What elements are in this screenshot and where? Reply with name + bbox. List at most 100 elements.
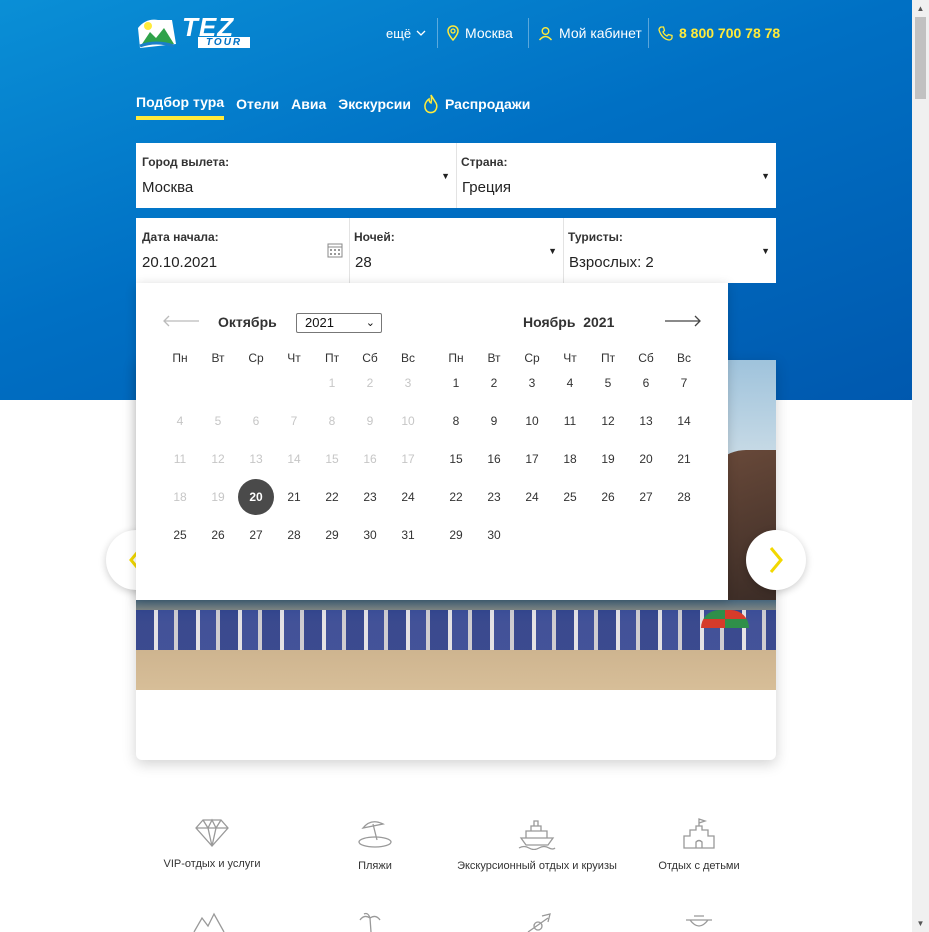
city-label: Москва [465, 25, 513, 41]
date-picker-popup: Октябрь 2021 ⌄ Ноябрь 2021 Пн Вт Ср Чт Пт Сб В… [136, 283, 728, 600]
november-day-cell[interactable]: 2 [475, 364, 513, 402]
mountains-icon [193, 912, 225, 932]
category-beaches[interactable]: Пляжи [290, 818, 460, 872]
country-select[interactable]: Страна: Греция ▼ [457, 143, 776, 208]
october-day-cell: 8 [328, 414, 336, 428]
november-day-cell[interactable]: 17 [513, 440, 551, 478]
carousel-next-button[interactable] [746, 530, 806, 590]
tab-label: Подбор тура [136, 94, 225, 110]
november-day-cell[interactable]: 18 [551, 440, 589, 478]
october-day-cell: 16 [363, 452, 377, 466]
october-day-selected[interactable]: 20 [238, 479, 274, 515]
cabinet-label: Мой кабинет [559, 25, 642, 41]
november-day-cell[interactable]: 11 [551, 402, 589, 440]
date-value: 20.10.2021 [142, 254, 218, 271]
city-selector[interactable]: Москва [447, 18, 513, 48]
november-day-cell[interactable]: 22 [437, 478, 475, 516]
november-day-cell[interactable]: 26 [589, 478, 627, 516]
phone-link[interactable]: 8 800 700 78 78 [658, 18, 780, 48]
october-weekday-header: Ср [248, 351, 264, 365]
november-day-cell[interactable]: 1 [437, 364, 475, 402]
october-day-cell: 9 [366, 414, 374, 428]
year-select[interactable]: 2021 ⌄ [296, 313, 382, 333]
user-icon [538, 26, 553, 40]
november-day-cell[interactable]: 6 [627, 364, 665, 402]
november-day-cell[interactable]: 9 [475, 402, 513, 440]
right-month: Ноябрь [523, 314, 576, 330]
october-day-cell[interactable]: 26 [199, 516, 237, 554]
departure-city-select[interactable]: Город вылета: Москва ▼ [136, 143, 456, 208]
november-day-cell[interactable]: 5 [589, 364, 627, 402]
chevron-down-icon [416, 30, 426, 36]
start-date-field[interactable]: Дата начала: 20.10.2021 [136, 218, 349, 283]
scroll-down-arrow-icon[interactable]: ▼ [912, 915, 929, 932]
november-day-cell[interactable]: 19 [589, 440, 627, 478]
category-kids[interactable]: Отдых с детьми [614, 818, 784, 872]
dropdown-caret-icon: ▼ [761, 171, 770, 181]
tab-excursions[interactable]: Экскурсии [338, 94, 411, 120]
october-weekday-header: Чт [287, 351, 301, 365]
october-day-cell[interactable]: 23 [351, 478, 389, 516]
november-day-cell[interactable]: 25 [551, 478, 589, 516]
november-day-cell[interactable]: 3 [513, 364, 551, 402]
october-day-cell: 1 [328, 376, 336, 390]
october-day-cell[interactable]: 28 [275, 516, 313, 554]
november-weekday-header: Ср [524, 351, 540, 365]
tab-tour-search[interactable]: Подбор тура [136, 94, 225, 120]
prev-month-button[interactable] [162, 314, 200, 332]
november-day-cell[interactable]: 12 [589, 402, 627, 440]
november-day-cell[interactable]: 24 [513, 478, 551, 516]
november-day-cell[interactable]: 23 [475, 478, 513, 516]
tab-hotels[interactable]: Отели [236, 94, 279, 120]
october-day-cell[interactable]: 22 [313, 478, 351, 516]
november-day-cell[interactable]: 14 [665, 402, 703, 440]
october-day-cell[interactable]: 29 [313, 516, 351, 554]
palm-icon [359, 912, 381, 932]
november-day-cell[interactable]: 16 [475, 440, 513, 478]
scrollbar-thumb[interactable] [915, 17, 926, 99]
category-vip[interactable]: VIP-отдых и услуги [127, 818, 297, 870]
tez-tour-logo[interactable]: TEZ TOUR [136, 12, 266, 52]
country-value: Греция [462, 179, 512, 196]
october-day-cell[interactable]: 25 [161, 516, 199, 554]
october-day-cell[interactable]: 27 [237, 516, 275, 554]
header-divider [437, 18, 438, 48]
category-cruises[interactable]: Экскурсионный отдых и круизы [452, 818, 622, 872]
next-month-button[interactable] [664, 314, 702, 332]
nights-select[interactable]: Ночей: 28 ▼ [350, 218, 563, 283]
category-label: Экскурсионный отдых и круизы [457, 860, 617, 872]
tab-label: Авиа [291, 96, 327, 112]
november-day-cell[interactable]: 15 [437, 440, 475, 478]
tab-avia[interactable]: Авиа [291, 94, 326, 120]
more-menu[interactable]: ещё [386, 18, 426, 48]
november-day-cell[interactable]: 28 [665, 478, 703, 516]
october-weekday-header: Вс [400, 351, 415, 365]
october-day-cell[interactable]: 24 [389, 478, 427, 516]
november-weekday-header: Пн [448, 351, 464, 365]
page-scrollbar[interactable]: ▲ ▼ [912, 0, 929, 932]
october-day-cell: 15 [325, 452, 339, 466]
november-day-cell[interactable]: 21 [665, 440, 703, 478]
tab-sales[interactable]: Распродажи [423, 94, 530, 120]
category-label: Пляжи [358, 860, 392, 872]
november-day-cell[interactable]: 29 [437, 516, 475, 554]
right-month-title: Ноябрь 2021 [523, 314, 614, 330]
november-day-cell[interactable]: 8 [437, 402, 475, 440]
november-day-cell[interactable]: 20 [627, 440, 665, 478]
my-cabinet-link[interactable]: Мой кабинет [538, 18, 642, 48]
november-day-cell[interactable]: 10 [513, 402, 551, 440]
october-day-cell[interactable]: 21 [275, 478, 313, 516]
arrow-right-icon [665, 315, 701, 327]
october-day-cell[interactable]: 31 [389, 516, 427, 554]
search-tabs: Подбор тура Отели Авиа Экскурсии Распрод… [136, 94, 530, 120]
scroll-up-arrow-icon[interactable]: ▲ [912, 0, 929, 17]
november-day-cell[interactable]: 7 [665, 364, 703, 402]
october-day-cell: 7 [290, 414, 298, 428]
november-day-cell[interactable]: 30 [475, 516, 513, 554]
tourists-select[interactable]: Туристы: Взрослых: 2 ▼ [564, 218, 776, 283]
november-day-cell[interactable]: 4 [551, 364, 589, 402]
november-day-cell[interactable]: 27 [627, 478, 665, 516]
tab-label: Распродажи [445, 96, 531, 112]
november-day-cell[interactable]: 13 [627, 402, 665, 440]
october-day-cell[interactable]: 30 [351, 516, 389, 554]
